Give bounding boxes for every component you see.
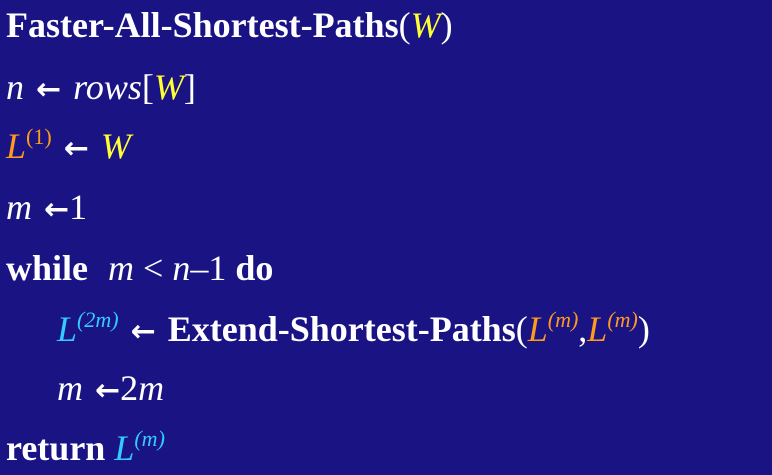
var-l: L [6,126,27,166]
paren-close: ) [440,5,453,45]
line-extend: L(2m) ← Extend-Shortest-Paths(L(m),L(m)) [57,307,650,354]
left-arrow-icon: ← [36,72,62,107]
minus-sign: – [190,248,209,288]
line-function-header: Faster-All-Shortest-Paths(W) [6,3,453,47]
value-w: W [100,126,131,166]
function-name: Extend-Shortest-Paths [167,309,516,349]
keyword-return: return [6,428,106,468]
var-l: L [57,309,78,349]
var-n: n [6,67,24,107]
arg1-l: L [527,309,548,349]
var-m: m [57,368,83,408]
value-one: 1 [69,187,88,227]
value-one: 1 [208,248,227,288]
line-assign-n: n ← rows[W] [6,65,196,112]
var-n: n [172,248,191,288]
coefficient-two: 2 [120,368,139,408]
paren-open: ( [398,5,411,45]
param-w: W [410,5,441,45]
bracket-close: ] [183,67,196,107]
paren-open: ( [515,309,528,349]
left-arrow-icon: ← [130,314,156,349]
function-name: Faster-All-Shortest-Paths [6,5,399,45]
superscript-1: (1) [26,124,52,149]
less-than: < [143,248,164,288]
keyword-while: while [6,248,89,288]
arg1-superscript-m: (m) [547,307,579,332]
paren-close: ) [637,309,650,349]
var-m: m [6,187,32,227]
line-double-m: m ←2m [57,366,164,413]
var-l: L [114,428,135,468]
superscript-2m: (2m) [77,307,119,332]
var-m: m [108,248,135,288]
line-return: return L(m) [6,426,165,470]
slide: Faster-All-Shortest-Paths(W) n ← rows[W] L… [0,0,772,475]
line-while: while m < n–1 do [6,246,273,290]
superscript-m: (m) [134,426,165,451]
comma: , [578,309,588,349]
left-arrow-icon: ← [63,131,89,166]
keyword-do: do [235,248,274,288]
line-assign-l1: L(1) ← W [6,124,131,171]
arg2-superscript-m: (m) [607,307,638,332]
left-arrow-icon: ← [95,373,121,408]
bracket-open: [ [141,67,154,107]
arg2-l: L [587,309,608,349]
left-arrow-icon: ← [44,192,70,227]
line-assign-m: m ←1 [6,185,87,232]
arg-w: W [153,67,184,107]
rows-expr: rows [73,67,142,107]
var-m: m [138,368,165,408]
